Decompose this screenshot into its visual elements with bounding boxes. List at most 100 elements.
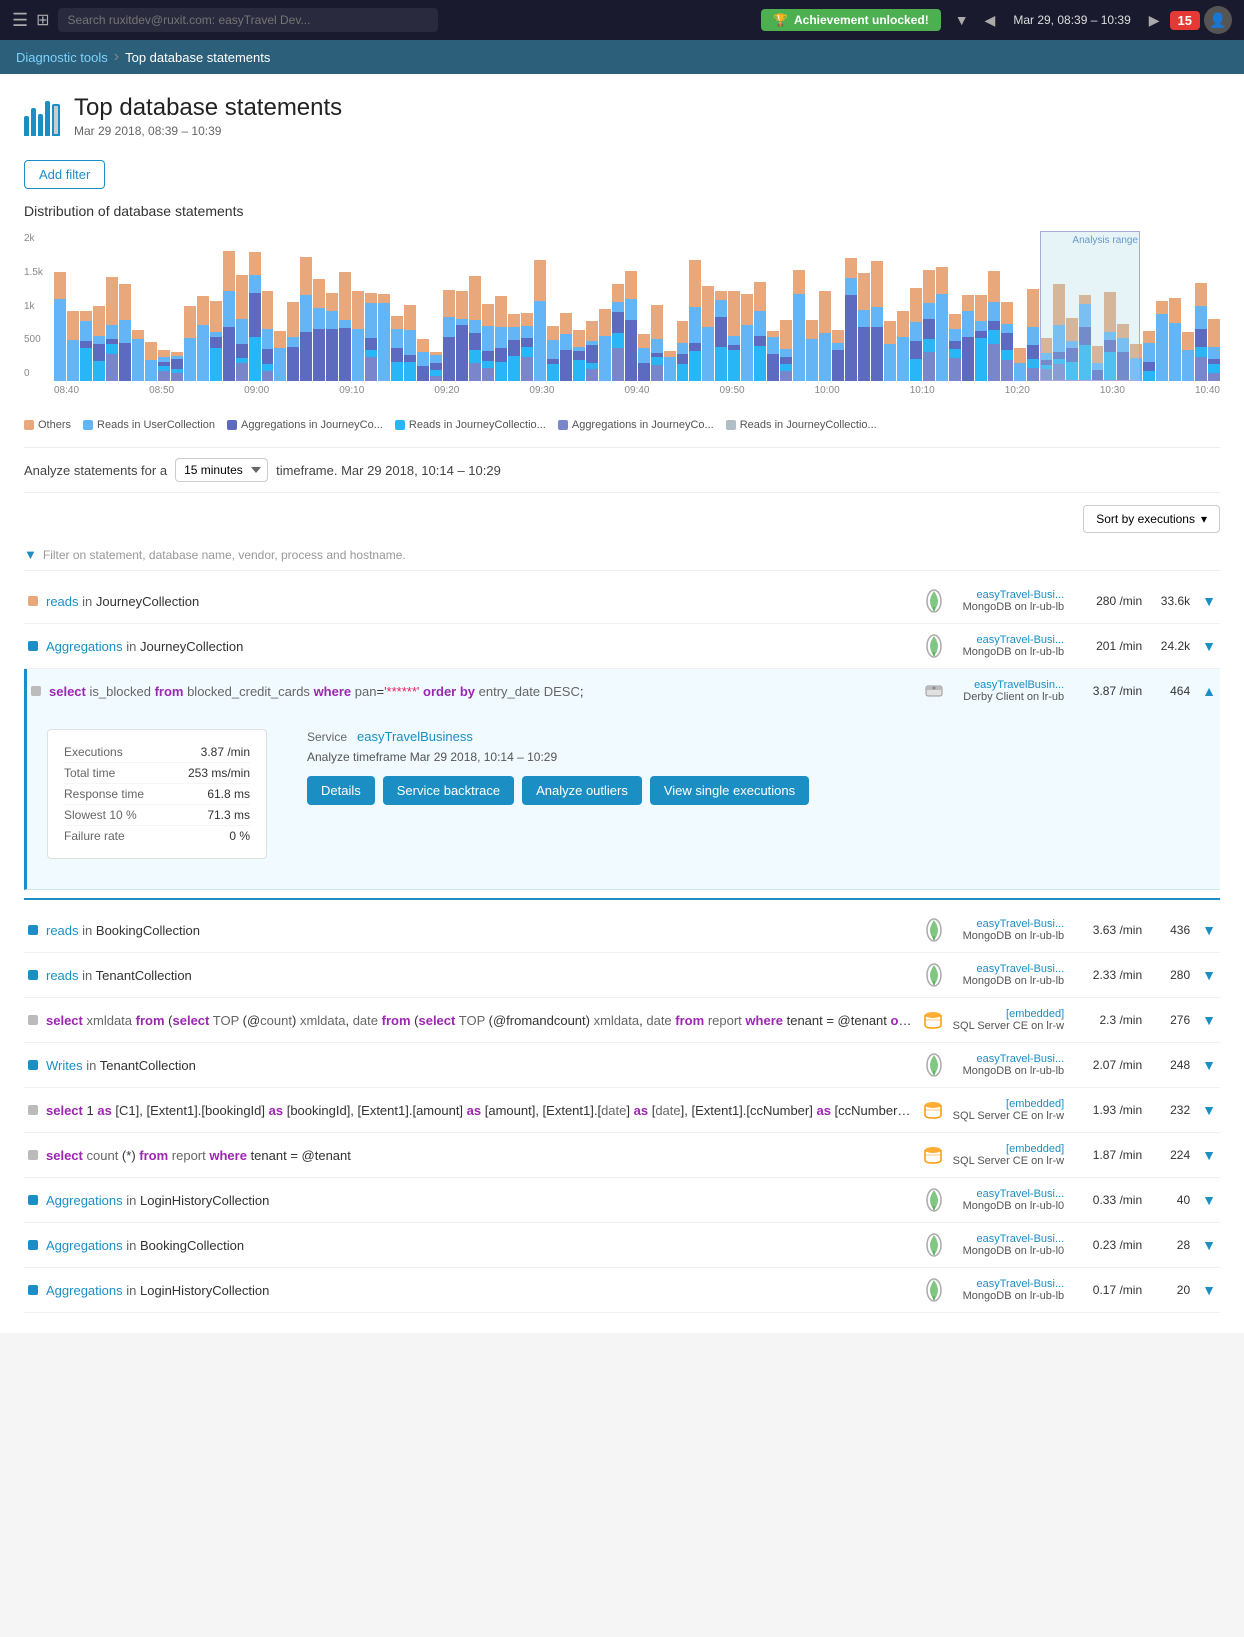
grid-icon[interactable]: ⊞	[36, 10, 49, 30]
statement-row[interactable]: reads in BookingCollection easyTravel-Bu…	[24, 908, 1220, 953]
statement-text: Aggregations in LoginHistoryCollection	[46, 1193, 914, 1208]
detail-executions-row: Executions 3.87 /min	[64, 742, 250, 763]
next-btn[interactable]: ▶	[1143, 8, 1166, 33]
chevron-down-icon[interactable]: ▼	[1198, 967, 1220, 983]
user-avatar[interactable]: 👤	[1204, 6, 1232, 34]
row-color-indicator	[28, 641, 38, 651]
chevron-down-icon[interactable]: ▼	[1198, 922, 1220, 938]
chart-bar	[1130, 344, 1142, 381]
statement-text: Aggregations in JourneyCollection	[46, 639, 914, 654]
detail-metrics: Executions 3.87 /min Total time 253 ms/m…	[47, 729, 267, 859]
chart-bar	[1092, 346, 1104, 381]
execution-count: 28	[1150, 1238, 1190, 1252]
achievement-badge: 🏆 Achievement unlocked!	[761, 9, 941, 31]
chevron-down-icon[interactable]: ▼	[1198, 1057, 1220, 1073]
statement-row[interactable]: Aggregations in BookingCollection easyTr…	[24, 1223, 1220, 1268]
details-button[interactable]: Details	[307, 776, 375, 805]
db-host: SQL Server CE on lr-w	[953, 1020, 1064, 1032]
analyze-outliers-button[interactable]: Analyze outliers	[522, 776, 642, 805]
chevron-down-icon[interactable]: ▼	[1198, 593, 1220, 609]
db-name: easyTravel-Busi...	[954, 589, 1064, 601]
hamburger-icon[interactable]: ☰	[12, 10, 28, 31]
breadcrumb-parent[interactable]: Diagnostic tools	[16, 50, 108, 65]
filter-icon-btn[interactable]: ▼	[949, 8, 975, 32]
statement-row[interactable]: select xmldata from (select TOP (@count)…	[24, 998, 1220, 1043]
legend-item: Aggregations in JourneyCo...	[558, 419, 714, 431]
executions-value: 3.87 /min	[201, 745, 250, 759]
statement-row[interactable]: select is_blocked from blocked_credit_ca…	[24, 669, 1220, 713]
chevron-down-icon[interactable]: ▼	[1198, 1192, 1220, 1208]
chart-bar	[1195, 283, 1207, 381]
analysis-label: Analysis range	[1072, 235, 1138, 246]
chevron-down-icon[interactable]: ▼	[1198, 1237, 1220, 1253]
page-title-group: Top database statements Mar 29 2018, 08:…	[74, 94, 342, 138]
statement-row[interactable]: Aggregations in JourneyCollection easyTr…	[24, 624, 1220, 669]
analyze-timeframe-label: Analyze timeframe Mar 29 2018, 10:14 – 1…	[307, 750, 1200, 764]
statement-row[interactable]: Writes in TenantCollection easyTravel-Bu…	[24, 1043, 1220, 1088]
chevron-down-icon[interactable]: ▼	[1198, 1282, 1220, 1298]
analyze-prefix: Analyze statements for a	[24, 463, 167, 478]
page-title: Top database statements	[74, 94, 342, 122]
chart-bar	[249, 252, 261, 381]
add-filter-button[interactable]: Add filter	[24, 160, 105, 189]
statement-text: select 1 as [C1], [Extent1].[bookingId] …	[46, 1103, 913, 1118]
chevron-down-icon[interactable]: ▼	[1198, 1012, 1220, 1028]
chart-bar	[677, 321, 689, 381]
breadcrumb-separator: ›	[114, 48, 119, 66]
db-icon	[922, 963, 946, 987]
page-subtitle: Mar 29 2018, 08:39 – 10:39	[74, 124, 342, 138]
service-backtrace-button[interactable]: Service backtrace	[383, 776, 514, 805]
chevron-down-icon[interactable]: ▼	[1198, 638, 1220, 654]
db-icon	[921, 1098, 945, 1122]
statement-row[interactable]: select 1 as [C1], [Extent1].[bookingId] …	[24, 1088, 1220, 1133]
chart-bar	[586, 321, 598, 381]
chart-bar	[1182, 332, 1194, 381]
failure-rate-value: 0 %	[229, 829, 250, 843]
date-badge: 15	[1170, 11, 1200, 30]
sort-button[interactable]: Sort by executions ▾	[1083, 505, 1220, 533]
view-single-executions-button[interactable]: View single executions	[650, 776, 809, 805]
chevron-down-icon[interactable]: ▼	[1198, 1147, 1220, 1163]
statement-row[interactable]: Aggregations in LoginHistoryCollection e…	[24, 1268, 1220, 1313]
legend-color-dot	[227, 420, 237, 430]
row-color-indicator	[28, 1240, 38, 1250]
statement-text: Aggregations in LoginHistoryCollection	[46, 1283, 914, 1298]
statement-row[interactable]: Aggregations in LoginHistoryCollection e…	[24, 1178, 1220, 1223]
db-info: easyTravel-Busi... MongoDB on lr-ub-lb	[954, 1278, 1064, 1302]
chevron-up-icon[interactable]: ▲	[1198, 683, 1220, 699]
trophy-icon: 🏆	[773, 13, 788, 27]
prev-btn[interactable]: ◀	[979, 8, 1002, 33]
chart-bars	[54, 231, 1220, 381]
chart-bar	[171, 352, 183, 381]
statement-text: select count (*) from report where tenan…	[46, 1148, 913, 1163]
statement-row[interactable]: select count (*) from report where tenan…	[24, 1133, 1220, 1178]
search-input[interactable]	[58, 8, 438, 32]
chart-bar	[988, 271, 1000, 381]
total-time-value: 253 ms/min	[188, 766, 250, 780]
chart-bar	[262, 291, 274, 381]
timeframe-select[interactable]: 15 minutes 5 minutes 30 minutes 1 hour	[175, 458, 268, 482]
chart-bar	[715, 291, 727, 381]
legend-color-dot	[726, 420, 736, 430]
execution-rate: 201 /min	[1072, 639, 1142, 653]
chart-bar	[806, 320, 818, 381]
chart-bar	[884, 321, 896, 381]
chart-bar	[404, 305, 416, 381]
db-info: [embedded] SQL Server CE on lr-w	[953, 1143, 1064, 1167]
chart-bar	[728, 291, 740, 381]
chart-bar	[378, 294, 390, 381]
chart-bar	[702, 286, 714, 381]
db-info: easyTravel-Busi... MongoDB on lr-ub-lb	[954, 589, 1064, 613]
chart-bar	[93, 306, 105, 381]
chevron-down-icon[interactable]: ▼	[1198, 1102, 1220, 1118]
statement-row[interactable]: reads in JourneyCollection easyTravel-Bu…	[24, 579, 1220, 624]
detail-total-time-row: Total time 253 ms/min	[64, 763, 250, 784]
chart-bar	[326, 293, 338, 381]
expanded-detail: Executions 3.87 /min Total time 253 ms/m…	[24, 713, 1220, 890]
statement-row[interactable]: reads in TenantCollection easyTravel-Bus…	[24, 953, 1220, 998]
chart-bar	[547, 326, 559, 381]
filter-bar[interactable]: ▼ Filter on statement, database name, ve…	[24, 539, 1220, 571]
chart-bar	[365, 293, 377, 381]
slowest-label: Slowest 10 %	[64, 808, 137, 822]
row-color-indicator	[28, 1285, 38, 1295]
